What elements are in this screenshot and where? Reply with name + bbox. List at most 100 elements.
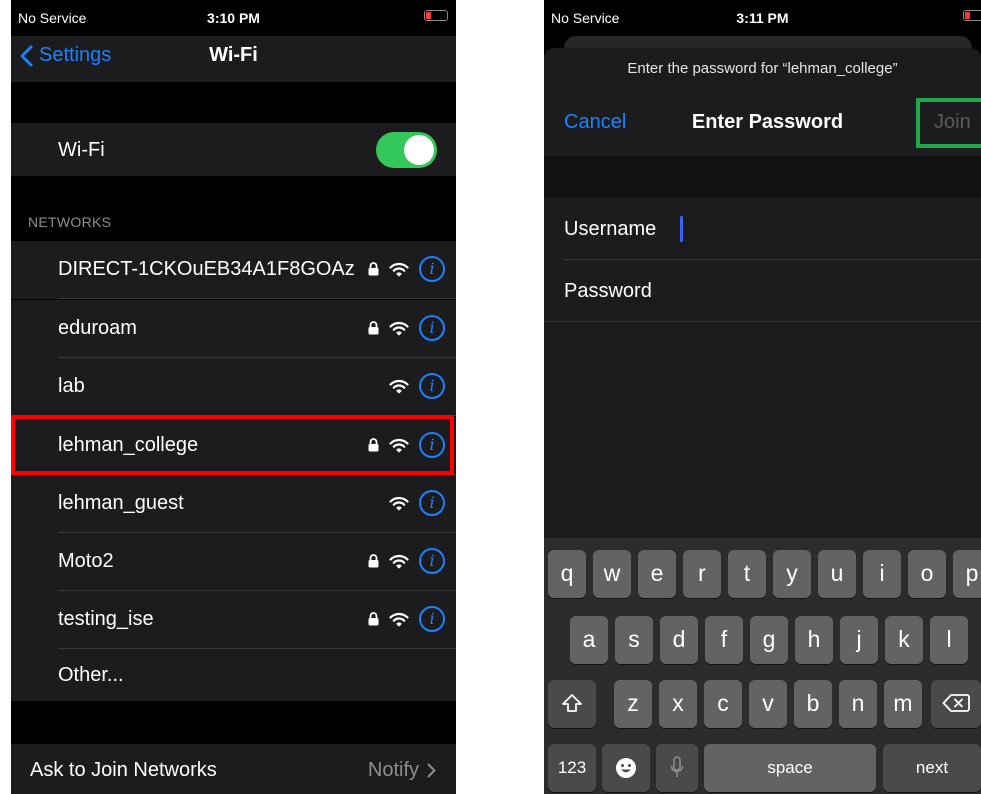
network-row[interactable]: lab i [11,358,456,416]
network-name: lehman_college [58,434,199,456]
wifi-signal-icon [389,321,409,336]
password-field[interactable] [674,274,968,310]
username-label: Username [564,218,657,240]
key-c[interactable]: c [704,680,742,728]
key-v[interactable]: v [749,680,787,728]
key-m[interactable]: m [884,680,922,728]
wifi-signal-icon [389,496,409,511]
wifi-toggle[interactable] [376,132,437,168]
info-icon[interactable]: i [419,315,445,341]
key-y[interactable]: y [773,550,811,598]
lock-icon [368,321,379,335]
numbers-key[interactable]: 123 [548,744,596,792]
network-name: DIRECT-1CKOuEB34A1F8GOAz [58,258,355,280]
password-prompt: Enter the password for “lehman_college” [627,60,898,77]
navigation-bar: Settings Wi-Fi [11,36,456,82]
network-icons: i [389,489,445,517]
key-j[interactable]: j [840,616,878,664]
key-i[interactable]: i [863,550,901,598]
row-divider [58,415,456,416]
status-bar: No Service 3:11 PM [544,0,981,36]
clock: 3:10 PM [207,10,260,26]
lock-icon [368,262,379,276]
info-icon[interactable]: i [419,606,445,632]
password-row: Password [544,260,981,322]
key-z[interactable]: z [614,680,652,728]
key-x[interactable]: x [659,680,697,728]
ask-to-join-value: Notify [367,759,419,781]
info-icon[interactable]: i [419,432,445,458]
key-f[interactable]: f [705,616,743,664]
network-icons: i [368,605,445,633]
ask-to-join-label: Ask to Join Networks [30,759,217,781]
join-button[interactable]: Join [934,111,971,134]
network-row[interactable]: DIRECT-1CKOuEB34A1F8GOAz i [11,241,456,299]
wifi-settings-screen: No Service 3:10 PM Settings Wi-Fi Wi-Fi … [11,0,456,794]
username-field[interactable] [674,212,968,248]
other-network-row[interactable]: Other... [11,649,456,701]
network-row[interactable]: testing_ise i [11,591,456,649]
key-g[interactable]: g [750,616,788,664]
wifi-toggle-label: Wi-Fi [58,139,105,161]
network-icons: i [368,255,445,283]
network-row[interactable]: lehman_college i [11,417,456,475]
key-d[interactable]: d [660,616,698,664]
key-w[interactable]: w [593,550,631,598]
shift-key[interactable] [548,680,596,728]
network-name: lab [58,375,85,397]
status-bar: No Service 3:10 PM [11,0,456,36]
password-label: Password [564,280,652,302]
info-icon[interactable]: i [419,256,445,282]
network-icons: i [389,372,445,400]
network-name: Moto2 [58,550,114,572]
emoji-icon [616,758,636,778]
wifi-signal-icon [389,554,409,569]
chevron-right-icon [427,763,436,778]
page-title: Wi-Fi [209,44,258,66]
lock-icon [368,554,379,568]
key-k[interactable]: k [885,616,923,664]
network-row[interactable]: lehman_guest i [11,475,456,533]
text-cursor [680,216,683,242]
row-divider [58,298,456,299]
delete-key[interactable] [931,680,981,728]
network-name: eduroam [58,317,137,339]
network-name: testing_ise [58,608,154,630]
key-s[interactable]: s [615,616,653,664]
clock: 3:11 PM [736,10,789,26]
key-o[interactable]: o [908,550,946,598]
dictation-key[interactable] [656,744,698,792]
key-r[interactable]: r [683,550,721,598]
key-q[interactable]: q [548,550,586,598]
lock-icon [368,438,379,452]
network-icons: i [368,547,445,575]
key-e[interactable]: e [638,550,676,598]
battery-icon [963,10,981,21]
info-icon[interactable]: i [419,490,445,516]
key-h[interactable]: h [795,616,833,664]
network-row[interactable]: eduroam i [11,300,456,358]
wifi-signal-icon [389,438,409,453]
networks-header: NETWORKS [28,214,112,230]
key-l[interactable]: l [930,616,968,664]
key-p[interactable]: p [953,550,981,598]
wifi-signal-icon [389,379,409,394]
network-icons: i [368,431,445,459]
key-u[interactable]: u [818,550,856,598]
wifi-toggle-row: Wi-Fi [11,123,456,176]
info-icon[interactable]: i [419,548,445,574]
ask-to-join-row[interactable]: Ask to Join Networks Notify [11,744,456,794]
other-network-label: Other... [58,664,124,686]
network-icons: i [368,314,445,342]
next-key[interactable]: next [883,744,981,792]
key-a[interactable]: a [570,616,608,664]
battery-icon [424,10,448,21]
info-icon[interactable]: i [419,373,445,399]
key-n[interactable]: n [839,680,877,728]
wifi-signal-icon [389,612,409,627]
key-b[interactable]: b [794,680,832,728]
emoji-key[interactable] [602,744,650,792]
space-key[interactable]: space [704,744,876,792]
key-t[interactable]: t [728,550,766,598]
network-row[interactable]: Moto2 i [11,533,456,591]
